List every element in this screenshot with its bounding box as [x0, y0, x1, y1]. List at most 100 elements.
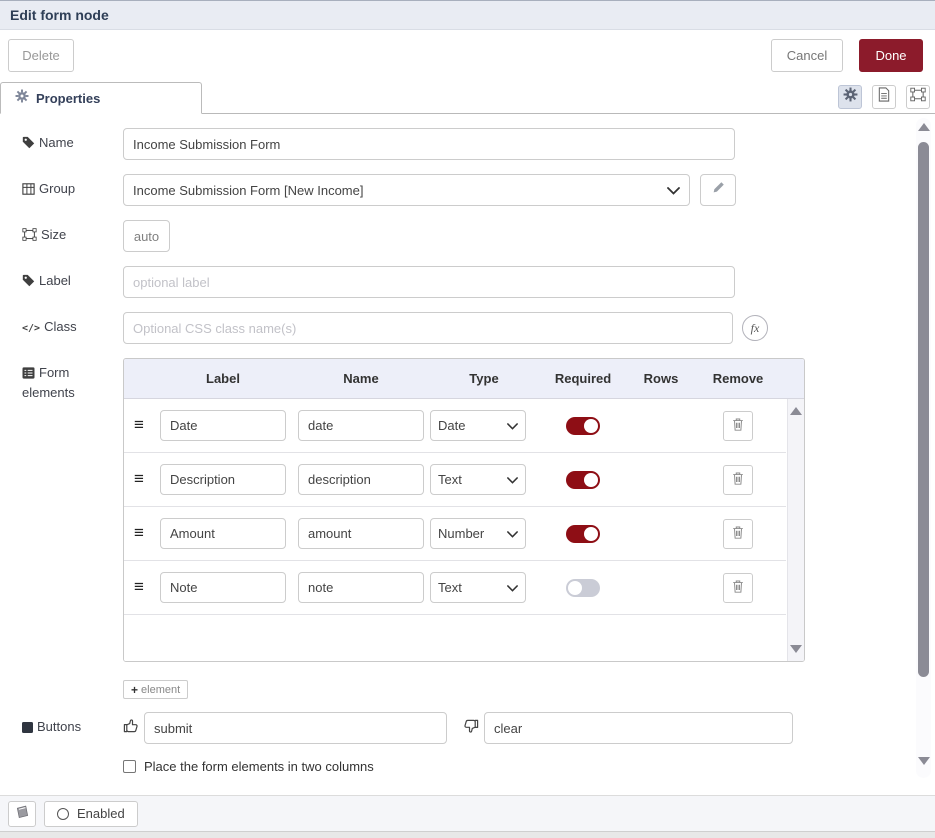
element-label-input[interactable] [160, 464, 286, 495]
element-label-input[interactable] [160, 410, 286, 441]
class-input[interactable] [123, 312, 733, 344]
column-header-required: Required [538, 371, 628, 386]
two-columns-checkbox[interactable] [123, 760, 136, 773]
document-icon [877, 87, 891, 107]
group-field-label: Group [22, 180, 123, 200]
form-element-row: ≡ Text [124, 561, 786, 615]
element-type-select[interactable]: Number [430, 518, 526, 549]
element-label-input[interactable] [160, 572, 286, 603]
drag-handle-icon[interactable]: ≡ [134, 469, 144, 488]
gear-icon [843, 87, 858, 107]
edit-group-button[interactable] [700, 174, 736, 206]
chevron-down-icon [507, 526, 518, 541]
buttons-field-label: Buttons [22, 718, 123, 738]
pencil-icon [712, 181, 725, 199]
trash-icon [731, 579, 745, 597]
required-toggle[interactable] [566, 471, 600, 489]
size-auto-button[interactable]: auto [123, 220, 170, 252]
form-element-row: ≡ Date [124, 399, 786, 453]
remove-element-button[interactable] [723, 411, 753, 441]
gear-icon [15, 89, 29, 108]
main-scrollbar[interactable] [916, 118, 931, 778]
form-elements-table-header: Label Name Type Required Rows Remove [124, 359, 804, 399]
scrollbar-thumb[interactable] [918, 142, 929, 677]
table-scrollbar[interactable] [787, 399, 804, 661]
size-field-label: Size [22, 226, 123, 246]
drag-handle-icon[interactable]: ≡ [134, 577, 144, 596]
thumbs-down-icon [463, 718, 479, 739]
chevron-down-icon [507, 472, 518, 487]
properties-panel: Name Group Income Submission Form [New I… [0, 115, 935, 795]
tag-icon [22, 136, 35, 154]
code-icon: </> [22, 323, 40, 334]
column-header-label: Label [154, 371, 292, 386]
chevron-down-icon [667, 183, 680, 198]
object-group-icon [22, 228, 37, 246]
element-name-input[interactable] [298, 410, 424, 441]
required-toggle[interactable] [566, 525, 600, 543]
submit-button-label-input[interactable] [144, 712, 447, 744]
add-element-button[interactable]: +element [123, 680, 188, 699]
scroll-up-arrow[interactable] [790, 407, 802, 415]
description-tool-button[interactable] [872, 85, 896, 109]
trash-icon [731, 471, 745, 489]
fx-expression-button[interactable]: fx [742, 315, 768, 341]
label-input[interactable] [123, 266, 735, 298]
tab-bar: Properties [0, 82, 935, 114]
group-select-value: Income Submission Form [New Income] [133, 183, 363, 198]
name-input[interactable] [123, 128, 735, 160]
element-type-select[interactable]: Text [430, 572, 526, 603]
chevron-down-icon [507, 580, 518, 595]
dialog-action-bar: Delete Cancel Done [0, 30, 935, 82]
group-select[interactable]: Income Submission Form [New Income] [123, 174, 690, 206]
required-toggle[interactable] [566, 579, 600, 597]
column-header-type: Type [430, 371, 538, 386]
element-type-select[interactable]: Date [430, 410, 526, 441]
appearance-tool-button[interactable] [906, 85, 930, 109]
element-name-input[interactable] [298, 572, 424, 603]
tab-properties[interactable]: Properties [0, 82, 202, 114]
column-header-name: Name [292, 371, 430, 386]
edit-form-node-dialog: Edit form node Delete Cancel Done Proper… [0, 0, 935, 838]
required-toggle[interactable] [566, 417, 600, 435]
remove-element-button[interactable] [723, 465, 753, 495]
appearance-box-icon [910, 87, 926, 107]
trash-icon [731, 525, 745, 543]
element-label-input[interactable] [160, 518, 286, 549]
tag-icon [22, 274, 35, 292]
node-help-button[interactable] [8, 801, 36, 827]
trash-icon [731, 417, 745, 435]
form-elements-table-body: ≡ Date ≡ Text [124, 399, 804, 661]
column-header-rows: Rows [628, 371, 694, 386]
tab-properties-label: Properties [36, 91, 100, 106]
dialog-title: Edit form node [10, 7, 109, 23]
scroll-up-arrow[interactable] [918, 123, 930, 131]
delete-button[interactable]: Delete [8, 39, 74, 72]
form-elements-table: Label Name Type Required Rows Remove ≡ D… [123, 358, 805, 662]
cancel-button[interactable]: Cancel [771, 39, 843, 72]
scroll-down-arrow[interactable] [918, 757, 930, 765]
remove-element-button[interactable] [723, 573, 753, 603]
book-icon [15, 805, 30, 822]
element-name-input[interactable] [298, 464, 424, 495]
square-icon [22, 720, 33, 738]
label-field-label: Label [22, 272, 123, 292]
name-field-label: Name [22, 134, 123, 154]
scroll-down-arrow[interactable] [790, 645, 802, 653]
element-name-input[interactable] [298, 518, 424, 549]
form-element-row: ≡ Text [124, 453, 786, 507]
properties-tool-button[interactable] [838, 85, 862, 109]
drag-handle-icon[interactable]: ≡ [134, 523, 144, 542]
clear-button-label-input[interactable] [484, 712, 793, 744]
element-type-select[interactable]: Text [430, 464, 526, 495]
form-element-row: ≡ Number [124, 507, 786, 561]
drag-handle-icon[interactable]: ≡ [134, 415, 144, 434]
enabled-label: Enabled [77, 806, 125, 821]
done-button[interactable]: Done [859, 39, 923, 72]
page-background-strip [0, 831, 935, 838]
tab-tools [838, 85, 930, 109]
chevron-down-icon [507, 418, 518, 433]
enabled-toggle-button[interactable]: Enabled [44, 801, 138, 827]
remove-element-button[interactable] [723, 519, 753, 549]
list-icon [22, 366, 35, 384]
